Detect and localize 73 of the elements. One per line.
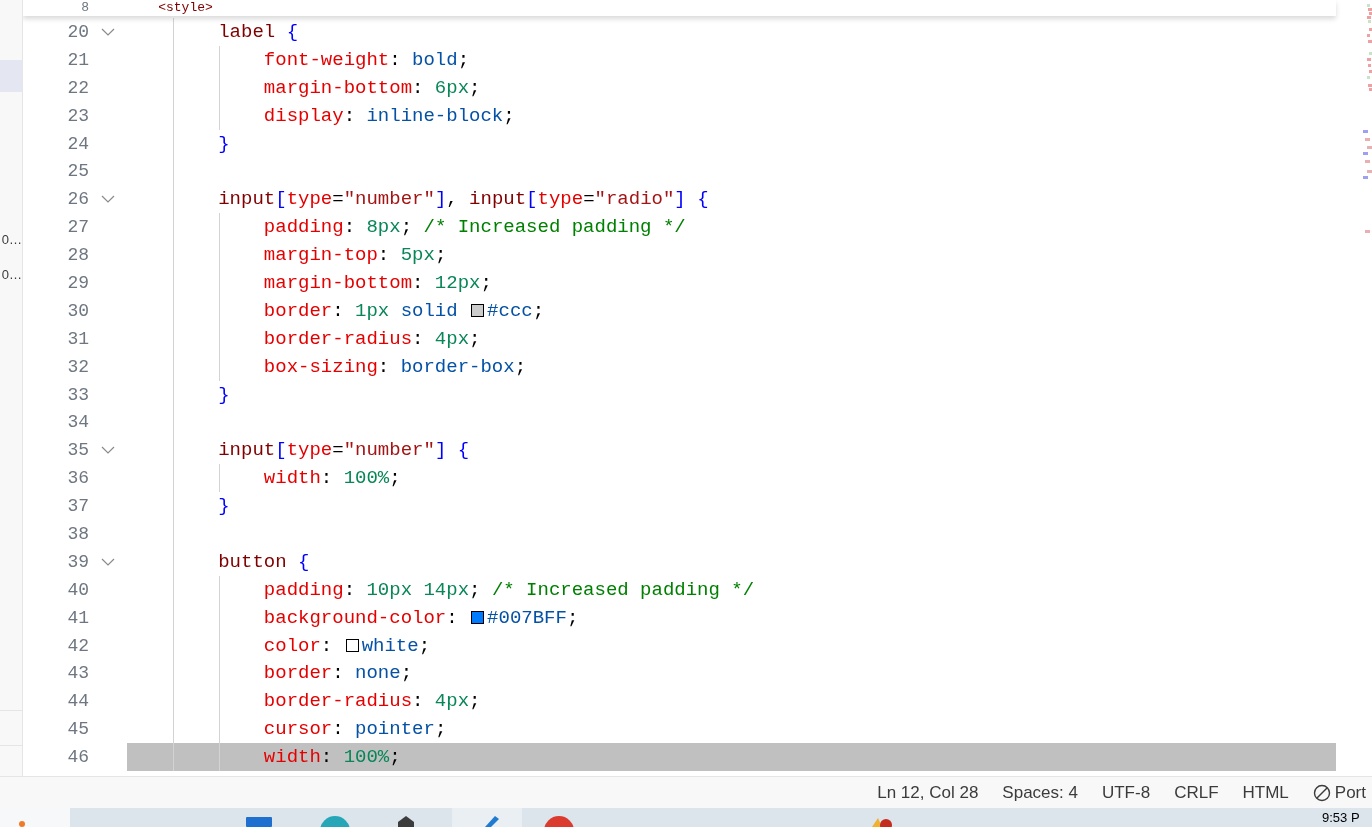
code-line: margin-top: 5px; xyxy=(127,241,1336,269)
code-line: input[type="number"], input[type="radio"] { xyxy=(127,185,1336,214)
code-line: background-color: #007BFF; xyxy=(127,603,1336,632)
code-line: width: 100%; xyxy=(127,464,1336,493)
code-line: font-weight: bold; xyxy=(127,45,1336,74)
code-line: color: white; xyxy=(127,631,1336,660)
code-line: border-radius: 4px; xyxy=(127,687,1336,716)
no-entry-icon xyxy=(1312,783,1331,802)
status-item[interactable]: Spaces: 4 xyxy=(1002,782,1078,803)
line-number: 8 xyxy=(80,0,89,16)
line-number: 23 xyxy=(66,105,89,126)
color-swatch[interactable] xyxy=(345,639,359,653)
line-number: 45 xyxy=(66,719,89,740)
code-line: margin-bottom: 6px; xyxy=(127,73,1336,102)
line-number: 24 xyxy=(66,133,89,154)
code-line: } xyxy=(127,492,1336,521)
line-number: 34 xyxy=(66,412,89,433)
line-number: 43 xyxy=(66,663,89,684)
code-line: box-sizing: border-box; xyxy=(127,352,1336,381)
line-number: 21 xyxy=(66,49,89,70)
color-swatch[interactable] xyxy=(471,611,485,625)
chevron-down-icon[interactable] xyxy=(101,27,115,36)
code-line: border-radius: 4px; xyxy=(127,324,1336,353)
code-line: } xyxy=(127,129,1336,158)
code-line: border: 1px solid #ccc; xyxy=(127,296,1336,325)
line-number: 44 xyxy=(66,691,89,712)
app-icon[interactable] xyxy=(395,814,417,827)
code-line: margin-bottom: 12px; xyxy=(127,269,1336,297)
line-number: 36 xyxy=(66,468,89,489)
ports-status[interactable]: Port xyxy=(1312,782,1366,803)
line-number: 22 xyxy=(66,77,89,98)
line-number: 33 xyxy=(66,384,89,405)
status-item[interactable]: CRLF xyxy=(1174,782,1219,803)
file-name[interactable]: 0… xyxy=(1,263,22,287)
color-swatch[interactable] xyxy=(471,304,485,318)
code-line: border: none; xyxy=(127,659,1336,688)
chevron-down-icon[interactable] xyxy=(101,557,115,566)
code-line: padding: 8px; /* Increased padding */ xyxy=(127,213,1336,242)
line-number: 20 xyxy=(66,21,89,42)
line-number: 46 xyxy=(66,747,89,768)
taskbar-button[interactable] xyxy=(452,808,522,827)
code-line: } xyxy=(127,380,1336,409)
chevron-down-icon[interactable] xyxy=(101,195,115,204)
status-item[interactable]: HTML xyxy=(1242,782,1289,803)
status-item[interactable]: Ln 12, Col 28 xyxy=(877,782,979,803)
app-icon xyxy=(19,821,25,827)
line-number: 29 xyxy=(66,272,89,293)
code-line: input[type="number"] { xyxy=(127,436,1336,465)
line-number: 38 xyxy=(66,523,89,544)
line-number: 31 xyxy=(66,328,89,349)
code-line: <style> xyxy=(157,0,214,16)
line-number: 32 xyxy=(66,356,89,377)
code-line: cursor: pointer; xyxy=(127,715,1336,744)
code-line: padding: 10px 14px; /* Increased padding */ xyxy=(127,575,1336,604)
line-number: 27 xyxy=(66,217,89,238)
code-line: button { xyxy=(127,547,1336,576)
file-name[interactable]: 0… xyxy=(1,228,22,252)
taskbar-button[interactable] xyxy=(0,808,70,827)
line-number: 35 xyxy=(66,440,89,461)
status-item[interactable]: UTF-8 xyxy=(1101,782,1151,803)
line-number: 30 xyxy=(66,300,89,321)
line-number: 25 xyxy=(66,161,89,182)
line-number: 40 xyxy=(66,579,89,600)
code-line: label { xyxy=(127,18,1336,46)
line-number: 28 xyxy=(66,245,89,266)
line-number: 42 xyxy=(66,635,89,656)
line-number: 41 xyxy=(66,607,89,628)
code-line: display: inline-block; xyxy=(127,101,1336,130)
line-number: 26 xyxy=(66,189,89,210)
clock[interactable]: 9:53 P xyxy=(1322,810,1360,825)
line-number: 39 xyxy=(66,551,89,572)
line-number: 37 xyxy=(66,496,89,517)
chevron-down-icon[interactable] xyxy=(101,446,115,455)
